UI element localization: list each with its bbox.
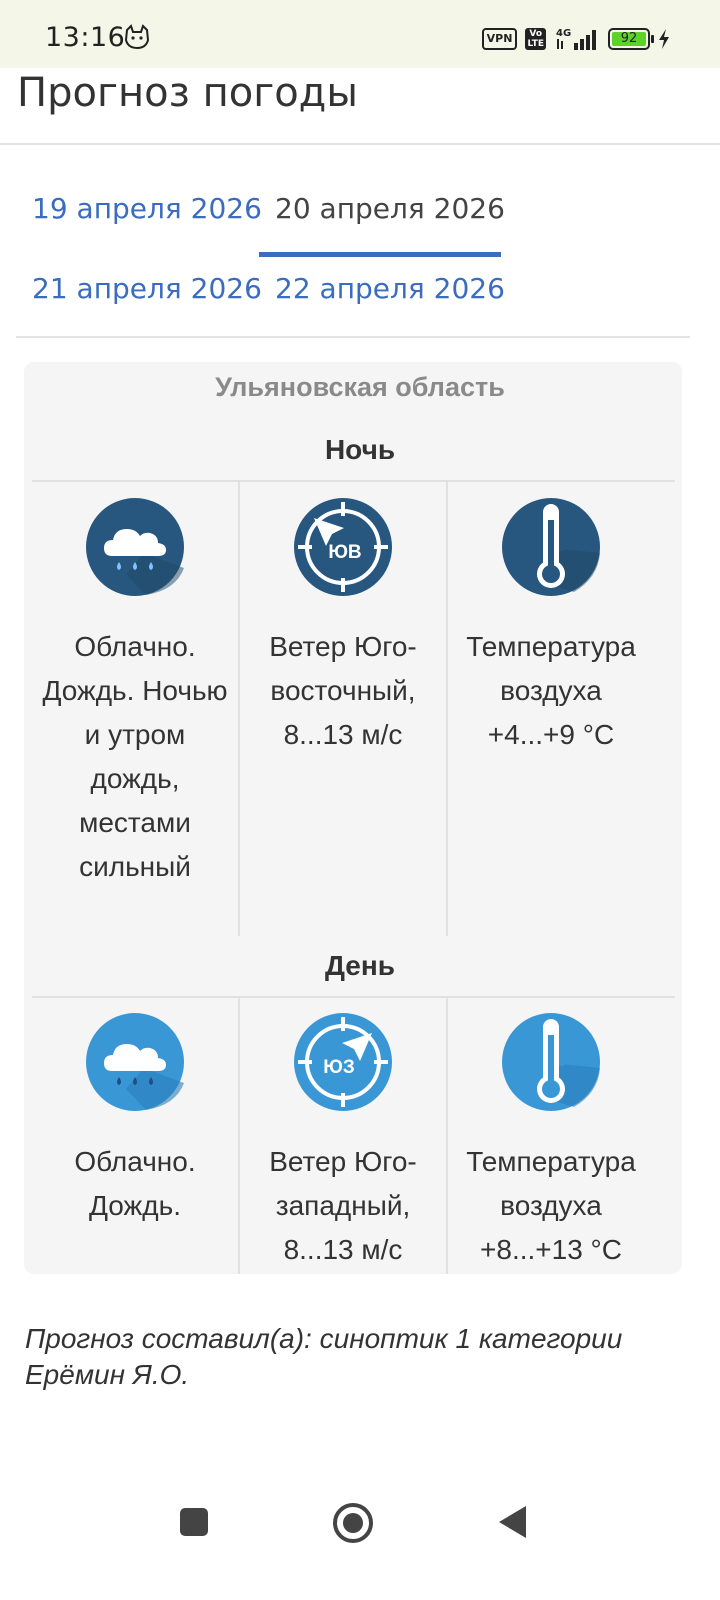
wind-direction-code: ЮЗ bbox=[323, 1057, 355, 1078]
tab-date-19[interactable]: 19 апреля 2026 bbox=[32, 192, 262, 225]
day-temp-cell: Температура воздуха +8...+13 °C bbox=[447, 1013, 655, 1272]
divider bbox=[32, 996, 675, 998]
night-temp-text: Температура воздуха +4...+9 °C bbox=[466, 631, 636, 750]
night-wind-text: Ветер Юго-восточный, 8...13 м/с bbox=[269, 631, 417, 750]
night-wind-cell: ЮВ Ветер Юго-восточный, 8...13 м/с bbox=[239, 498, 447, 757]
battery-level: 92 bbox=[612, 32, 646, 46]
divider bbox=[0, 143, 720, 145]
svg-text:4G: 4G bbox=[556, 28, 571, 39]
battery-icon: 92 bbox=[608, 28, 654, 50]
status-icons: VPN Vo LTE 4G 92 bbox=[481, 26, 670, 52]
night-temp-cell: Температура воздуха +4...+9 °C bbox=[447, 498, 655, 757]
tab-date-22[interactable]: 22 апреля 2026 bbox=[275, 272, 505, 305]
wind-direction-icon: ЮВ bbox=[294, 498, 392, 596]
active-tab-indicator bbox=[259, 252, 501, 257]
wind-direction-code: ЮВ bbox=[328, 542, 361, 563]
thermometer-icon bbox=[502, 498, 600, 596]
divider bbox=[32, 480, 675, 482]
recents-icon[interactable] bbox=[178, 1506, 210, 1538]
wind-direction-icon: ЮЗ bbox=[294, 1013, 392, 1111]
night-label: Ночь bbox=[324, 434, 396, 465]
day-label: День bbox=[325, 950, 395, 981]
night-sky-cell: Облачно. Дождь. Ночью и утром дождь, мес… bbox=[31, 498, 239, 889]
tab-date-20[interactable]: 20 апреля 2026 bbox=[275, 192, 505, 225]
status-time: 13:16 bbox=[45, 22, 126, 53]
status-bar: 13:16 VPN Vo LTE 4G 92 bbox=[0, 0, 720, 68]
signal-icon: 4G bbox=[556, 28, 596, 50]
forecast-author: Прогноз составил(а): синоптик 1 категори… bbox=[25, 1323, 623, 1390]
charging-icon bbox=[659, 29, 669, 49]
region-title: Ульяновская область bbox=[215, 372, 505, 402]
day-sky-cell: Облачно. Дождь. bbox=[31, 1013, 239, 1228]
page-title: Прогноз погоды bbox=[17, 70, 358, 116]
divider bbox=[16, 336, 690, 338]
navigation-bar bbox=[0, 1480, 720, 1600]
day-wind-cell: ЮЗ Ветер Юго-западный, 8...13 м/с bbox=[239, 1013, 447, 1272]
day-sky-text: Облачно. Дождь. bbox=[74, 1146, 196, 1221]
rain-cloud-icon bbox=[86, 1013, 184, 1111]
cat-notification-icon bbox=[124, 24, 150, 50]
vpn-icon: VPN bbox=[481, 28, 518, 50]
day-wind-text: Ветер Юго-западный, 8...13 м/с bbox=[269, 1146, 417, 1265]
thermometer-icon bbox=[502, 1013, 600, 1111]
rain-cloud-icon bbox=[86, 498, 184, 596]
tab-date-21[interactable]: 21 апреля 2026 bbox=[32, 272, 262, 305]
night-sky-text: Облачно. Дождь. Ночью и утром дождь, мес… bbox=[42, 631, 228, 882]
home-icon[interactable] bbox=[332, 1502, 374, 1544]
day-temp-text: Температура воздуха +8...+13 °C bbox=[466, 1146, 636, 1265]
back-icon[interactable] bbox=[496, 1504, 530, 1540]
volte-icon: Vo LTE bbox=[525, 28, 546, 50]
